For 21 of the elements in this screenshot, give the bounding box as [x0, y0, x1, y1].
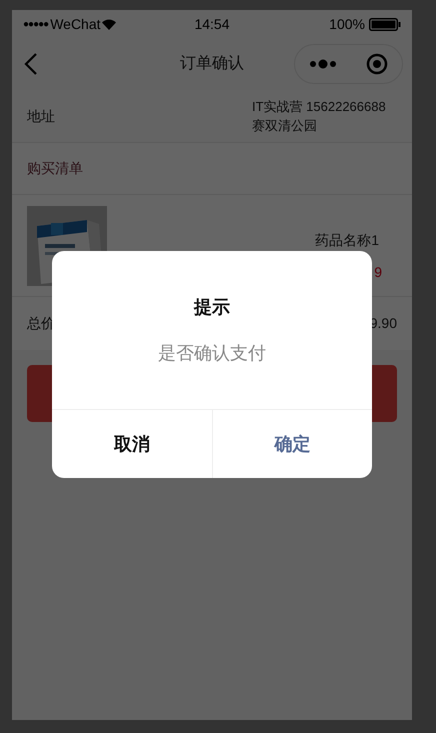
battery-icon	[368, 18, 401, 30]
total-label: 总价	[27, 314, 55, 333]
page-title: 订单确认	[179, 54, 245, 74]
close-icon[interactable]	[366, 53, 388, 75]
address-place: 赛双清公园	[252, 117, 318, 135]
dialog-message: 是否确认支付	[158, 342, 266, 365]
status-time: 14:54	[194, 14, 230, 34]
wifi-icon	[102, 18, 116, 30]
signal-indicator: ●●●●●	[23, 18, 48, 32]
section-label: 购买清单	[27, 159, 83, 178]
address-label: 地址	[27, 106, 55, 126]
product-name: 药品名称1	[315, 231, 379, 249]
dialog-title: 提示	[194, 296, 230, 319]
carrier-name: WeChat	[50, 14, 101, 34]
back-icon[interactable]	[24, 52, 38, 76]
more-icon[interactable]	[309, 59, 338, 69]
product-price: 9	[374, 263, 382, 281]
address-contact: IT实战营 15622266688	[252, 98, 387, 116]
confirm-button[interactable]: 确定	[212, 410, 372, 478]
battery-percent: 100%	[329, 14, 365, 34]
cancel-button[interactable]: 取消	[52, 410, 212, 478]
